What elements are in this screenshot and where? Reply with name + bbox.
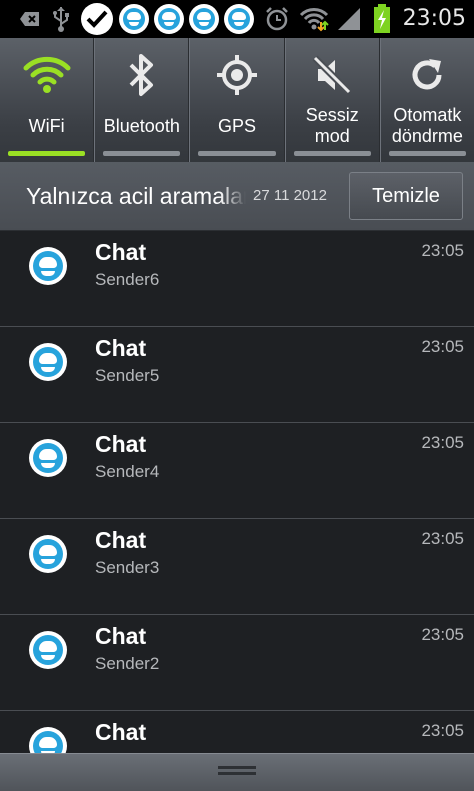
quick-settings-panel: WiFi Bluetooth GPS Sessiz mod Otomatk dö… [0, 38, 474, 162]
carrier-label: Yalnızca acil aramalar [26, 183, 246, 209]
notification-title: Chat [95, 431, 147, 457]
wifi-signal-icon [298, 0, 330, 38]
bluetooth-icon [95, 52, 188, 98]
battery-charging-icon [370, 0, 394, 38]
notification-time: 23:05 [421, 433, 464, 452]
notification-time: 23:05 [421, 721, 464, 740]
notification-title: Chat [95, 623, 147, 649]
toggle-silent-mode[interactable]: Sessiz mod [284, 38, 380, 162]
toggle-wifi[interactable]: WiFi [0, 38, 95, 162]
wifi-icon [0, 52, 93, 98]
notification-item[interactable]: Chat Sender4 23:05 [0, 423, 474, 519]
notification-sender: Sender3 [95, 558, 160, 577]
toggle-silent-mode-indicator [293, 151, 371, 156]
chat-notification-icon [119, 4, 149, 34]
toggle-gps-label: GPS [218, 115, 257, 136]
notification-title: Chat [95, 239, 147, 265]
drawer-handle[interactable] [0, 753, 474, 791]
notification-sender: Sender6 [95, 270, 160, 289]
chat-app-icon [29, 343, 67, 381]
notification-time: 23:05 [421, 529, 464, 548]
chat-app-icon [29, 439, 67, 477]
chat-app-icon [29, 631, 67, 669]
notification-time: 23:05 [421, 241, 464, 260]
mute-icon [286, 52, 379, 98]
toggle-gps[interactable]: GPS [189, 38, 285, 162]
grip-icon [218, 766, 256, 769]
toggle-bluetooth[interactable]: Bluetooth [94, 38, 190, 162]
notification-header: Yalnızca acil aramalar 27 11 2012 Temizl… [0, 162, 474, 231]
chat-app-icon [29, 247, 67, 285]
notification-item[interactable]: Chat Sender5 23:05 [0, 327, 474, 423]
toggle-auto-rotate-indicator [388, 151, 467, 156]
chat-app-icon [29, 535, 67, 573]
notification-time: 23:05 [421, 625, 464, 644]
cell-signal-icon [334, 0, 364, 38]
toggle-bluetooth-indicator [103, 151, 181, 156]
notification-sender: Sender4 [95, 462, 160, 481]
toggle-auto-rotate[interactable]: Otomatk döndrme [379, 38, 474, 162]
notification-item[interactable]: Chat Sender2 23:05 [0, 615, 474, 711]
chat-notification-icon [189, 4, 219, 34]
toggle-bluetooth-label: Bluetooth [103, 115, 180, 136]
notification-title: Chat [95, 527, 147, 553]
notification-item[interactable]: Chat 23:05 [0, 711, 474, 753]
rotate-icon [381, 52, 474, 98]
status-bar: 23:05 [0, 0, 474, 38]
toggle-wifi-indicator [8, 151, 86, 156]
usb-debug-icon [16, 0, 44, 38]
usb-icon [48, 0, 74, 38]
notification-title: Chat [95, 719, 147, 745]
notification-item[interactable]: Chat Sender6 23:05 [0, 231, 474, 327]
clock: 23:05 [402, 6, 466, 31]
notification-item[interactable]: Chat Sender3 23:05 [0, 519, 474, 615]
chat-app-icon [29, 727, 67, 753]
toggle-wifi-label: WiFi [28, 115, 65, 136]
notification-sender: Sender2 [95, 654, 160, 673]
date-label: 27 11 2012 [253, 187, 327, 204]
chat-notification-icon [154, 4, 184, 34]
check-icon [80, 0, 114, 38]
toggle-auto-rotate-label: Otomatk döndrme [391, 105, 463, 146]
alarm-icon [262, 0, 292, 38]
notification-sender: Sender5 [95, 366, 160, 385]
toggle-gps-indicator [198, 151, 276, 156]
chat-notification-icon [224, 4, 254, 34]
clear-button[interactable]: Temizle [349, 172, 463, 220]
gps-icon [190, 52, 283, 98]
notification-title: Chat [95, 335, 147, 361]
toggle-silent-mode-label: Sessiz mod [305, 105, 359, 146]
notification-time: 23:05 [421, 337, 464, 356]
notification-list[interactable]: Chat Sender6 23:05 Chat Sender5 23:05 Ch… [0, 231, 474, 753]
